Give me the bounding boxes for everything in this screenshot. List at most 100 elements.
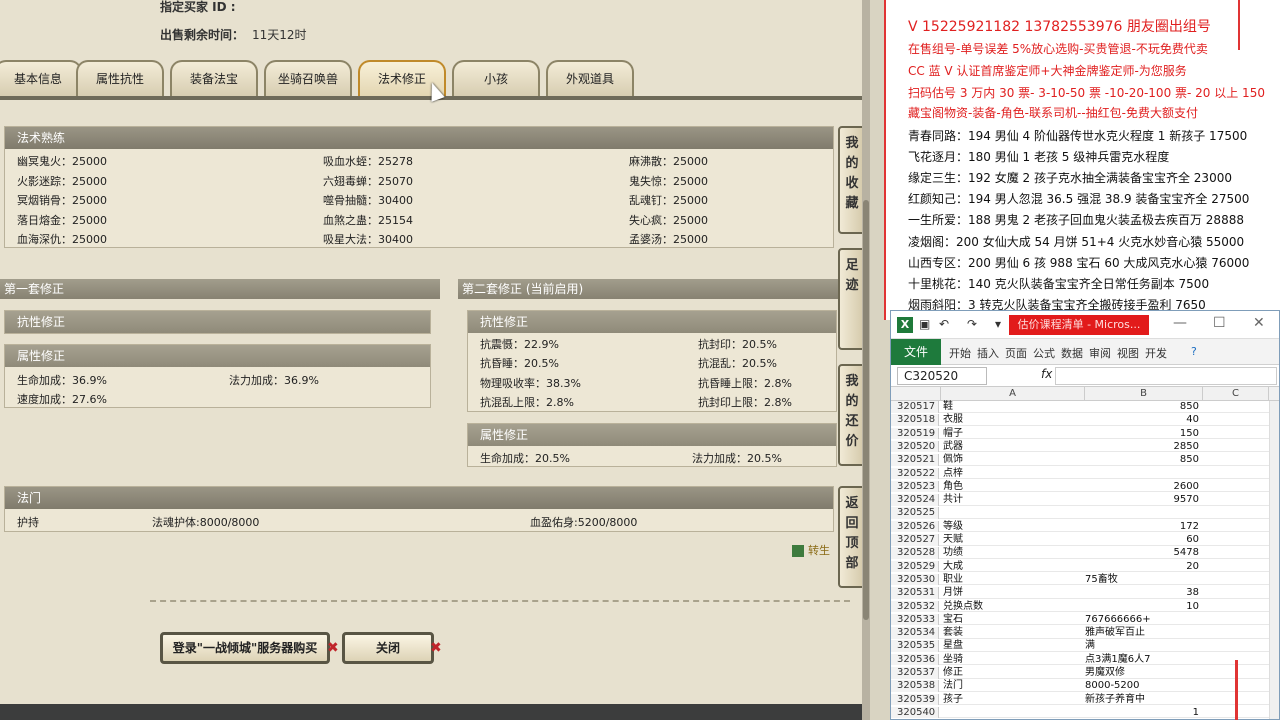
maximize-icon[interactable]: ☐ [1213, 315, 1226, 331]
sheet-row[interactable]: 320524 共计 9570 [891, 494, 1279, 506]
sheet-row[interactable]: 320536 坐骑 点3满1魔6人7 [891, 653, 1279, 666]
row-number[interactable]: 320531 [891, 587, 939, 599]
sheet-row[interactable]: 320533 宝石 767666666+ [891, 613, 1279, 626]
sheet-row[interactable]: 320532 兑换点数 10 [891, 600, 1279, 613]
cell-a[interactable]: 孩子 [941, 694, 1085, 706]
sheet-row[interactable]: 320530 职业 75畜牧 [891, 573, 1279, 586]
cell-a[interactable]: 坐骑 [941, 654, 1085, 666]
tab-basic-info[interactable]: 基本信息 [0, 60, 82, 96]
login-buy-button[interactable]: 登录"一战倾城"服务器购买 [160, 632, 330, 664]
sheet-row[interactable]: 320540 1 [891, 706, 1279, 719]
cell-a[interactable]: 职业 [941, 574, 1085, 586]
sheet-row[interactable]: 320537 修正 男魔双修 [891, 667, 1279, 679]
cell-b[interactable]: 767666666+ [1085, 614, 1203, 626]
tab-appearance[interactable]: 外观道具 [546, 60, 634, 96]
cell-a[interactable]: 大成 [941, 561, 1085, 573]
ribbon-tab[interactable]: 插入 [977, 345, 999, 361]
sheet-row[interactable]: 320518 衣服 40 [891, 414, 1279, 426]
scrollbar-thumb[interactable] [863, 200, 869, 620]
cell-b[interactable]: 8000-5200 [1085, 680, 1203, 692]
row-number[interactable]: 320525 [891, 507, 939, 519]
row-number[interactable]: 320523 [891, 480, 939, 493]
cell-a[interactable]: 法门 [941, 680, 1085, 692]
row-number[interactable]: 320539 [891, 693, 939, 706]
cell-b[interactable]: 40 [1085, 414, 1203, 426]
row-number[interactable]: 320534 [891, 627, 939, 639]
cell-b[interactable]: 850 [1085, 454, 1203, 466]
sheet-row[interactable]: 320534 套装 雅声破军百止 [891, 627, 1279, 639]
column-header-a[interactable]: A [941, 387, 1085, 401]
sheet-row[interactable]: 320517 鞋 850 [891, 401, 1279, 413]
column-header-c[interactable]: C [1203, 387, 1269, 401]
row-number[interactable]: 320519 [891, 427, 939, 440]
sheet-row[interactable]: 320538 法门 8000-5200 [891, 680, 1279, 692]
row-number[interactable]: 320527 [891, 534, 939, 546]
cell-b[interactable]: 2600 [1085, 481, 1203, 493]
cell-b[interactable]: 雅声破军百止 [1085, 627, 1203, 639]
tab-equipment[interactable]: 装备法宝 [170, 60, 258, 96]
ribbon-tab[interactable]: 开发 [1145, 345, 1167, 361]
cell-b[interactable]: 10 [1085, 601, 1203, 613]
sheet-row[interactable]: 320526 等级 172 [891, 520, 1279, 533]
sheet-row[interactable]: 320522 点梓 [891, 467, 1279, 479]
sheet-grid[interactable]: 320517 鞋 850 320518 衣服 40 320519 帽子 150 320520 武器 2… [891, 401, 1279, 719]
redo-icon[interactable]: ↷ [967, 317, 977, 331]
ribbon-tab[interactable]: 公式 [1033, 345, 1055, 361]
cell-a[interactable]: 星盘 [941, 640, 1085, 652]
row-number[interactable]: 320517 [891, 401, 939, 413]
cell-a[interactable]: 修正 [941, 667, 1085, 679]
sheet-row[interactable]: 320529 大成 20 [891, 560, 1279, 573]
cell-a[interactable]: 套装 [941, 627, 1085, 639]
row-number[interactable]: 320533 [891, 613, 939, 626]
row-number[interactable]: 320528 [891, 547, 939, 559]
cell-a[interactable]: 等级 [941, 521, 1085, 533]
cell-a[interactable]: 宝石 [941, 614, 1085, 626]
row-number[interactable]: 320522 [891, 467, 939, 479]
cell-b[interactable]: 2850 [1085, 441, 1203, 453]
close-button[interactable]: 关闭 [342, 632, 434, 664]
cell-b[interactable]: 75畜牧 [1085, 574, 1203, 586]
formula-input[interactable] [1055, 367, 1277, 385]
column-header-b[interactable]: B [1085, 387, 1203, 401]
cell-b[interactable]: 男魔双修 [1085, 667, 1203, 679]
undo-icon[interactable]: ↶ [939, 317, 949, 331]
cell-a[interactable]: 功绩 [941, 547, 1085, 559]
cell-a[interactable]: 角色 [941, 481, 1085, 493]
row-number[interactable]: 320524 [891, 494, 939, 506]
row-number[interactable]: 320520 [891, 440, 939, 453]
sheet-row[interactable]: 320521 佩饰 850 [891, 454, 1279, 466]
cell-a[interactable]: 兑换点数 [941, 601, 1085, 613]
sheet-row[interactable]: 320539 孩子 新孩子养育中 [891, 693, 1279, 706]
cell-b[interactable]: 38 [1085, 587, 1203, 599]
cell-a[interactable]: 天赋 [941, 534, 1085, 546]
sheet-row[interactable]: 320523 角色 2600 [891, 480, 1279, 493]
sheet-row[interactable]: 320535 星盘满 [891, 640, 1279, 652]
sheet-row[interactable]: 320528 功绩 5478 [891, 547, 1279, 559]
cell-b[interactable]: 60 [1085, 534, 1203, 546]
cell-a[interactable]: 月饼 [941, 587, 1085, 599]
sheet-scrollbar[interactable] [1269, 401, 1279, 719]
name-box[interactable]: C320520 [897, 367, 987, 385]
cell-b[interactable]: 9570 [1085, 494, 1203, 506]
row-number[interactable]: 320526 [891, 520, 939, 533]
sheet-row[interactable]: 320520 武器 2850 [891, 440, 1279, 453]
cell-b[interactable]: 满 [1085, 640, 1203, 652]
tab-child[interactable]: 小孩 [452, 60, 540, 96]
row-number[interactable]: 320532 [891, 600, 939, 612]
ribbon-tab[interactable]: 审阅 [1089, 345, 1111, 361]
cell-b[interactable]: 点3满1魔6人7 [1085, 654, 1203, 666]
row-number[interactable]: 320538 [891, 680, 939, 692]
cell-a[interactable]: 帽子 [941, 428, 1085, 440]
row-number[interactable]: 320518 [891, 414, 939, 426]
customize-toolbar-icon[interactable]: ▾ [995, 317, 1001, 331]
cell-b[interactable]: 1 [1085, 707, 1203, 719]
cell-b[interactable]: 5478 [1085, 547, 1203, 559]
cell-a[interactable]: 衣服 [941, 414, 1085, 426]
close-icon[interactable]: ✕ [1253, 315, 1265, 331]
ribbon-tab[interactable]: 数据 [1061, 345, 1083, 361]
help-icon[interactable]: ? [1191, 345, 1197, 358]
tab-mounts-pets[interactable]: 坐骑召唤兽 [264, 60, 352, 96]
cell-a[interactable]: 佩饰 [941, 454, 1085, 466]
cell-b[interactable]: 20 [1085, 561, 1203, 573]
tab-attributes[interactable]: 属性抗性 [76, 60, 164, 96]
